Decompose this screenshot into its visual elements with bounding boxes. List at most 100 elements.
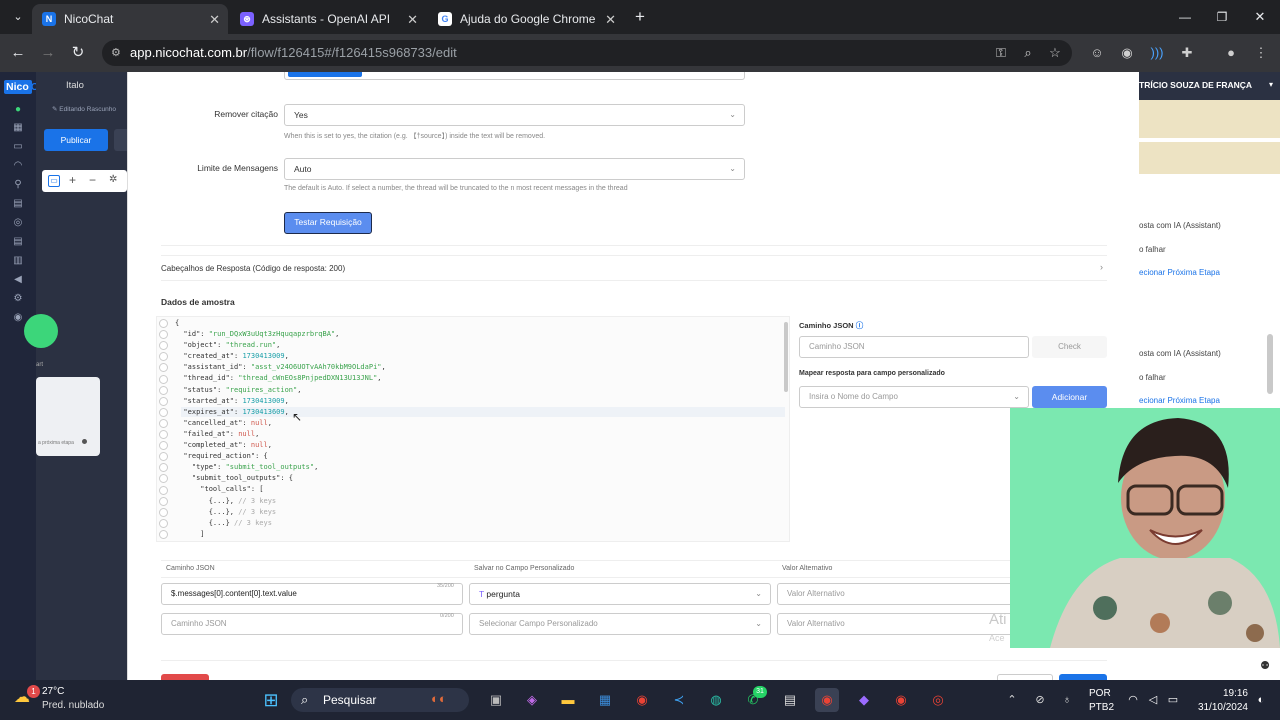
fold-toggle-icon[interactable]	[159, 319, 168, 328]
tab-search-icon[interactable]: ⌄	[8, 7, 28, 27]
tray-chevron-icon[interactable]: ⌃	[1003, 688, 1021, 712]
chrome-profile-icon[interactable]: ◉	[889, 688, 913, 712]
chrome-menu-icon[interactable]: ⋮	[1252, 44, 1270, 62]
recorder-icon[interactable]: ◎	[926, 688, 950, 712]
fold-toggle-icon[interactable]	[159, 385, 168, 395]
vscode-icon[interactable]: ≺	[667, 688, 691, 712]
nav-support-icon[interactable]: ◉	[11, 312, 25, 326]
fold-toggle-icon[interactable]	[159, 407, 168, 417]
task-view-icon[interactable]: ▣	[484, 688, 508, 712]
fold-toggle-icon[interactable]	[159, 374, 168, 384]
mapping-path-input[interactable]: Caminho JSON	[161, 613, 463, 635]
close-window-icon[interactable]: ✕	[1250, 7, 1270, 27]
fold-toggle-icon[interactable]	[159, 430, 168, 439]
language-code[interactable]: POR	[1089, 688, 1111, 699]
message-limit-select[interactable]: Auto ⌄	[284, 158, 745, 180]
zoom-out-icon[interactable]: −	[89, 173, 96, 187]
bookmark-star-icon[interactable]: ☆	[1046, 44, 1064, 62]
nav-megaphone-icon[interactable]: ◀	[11, 274, 25, 288]
nav-grid-icon[interactable]: ▦	[11, 122, 25, 136]
tray-app-icon[interactable]: ⊘	[1031, 688, 1049, 712]
wifi-icon[interactable]: ◠	[1124, 688, 1142, 712]
fallback-value-input[interactable]: Valor Alternativo	[777, 613, 1017, 635]
fold-toggle-icon[interactable]	[159, 507, 168, 517]
json-scrollbar[interactable]	[784, 322, 788, 392]
connector-dot[interactable]	[82, 439, 87, 444]
corner-app-icon[interactable]: ⚉	[1254, 656, 1276, 676]
close-tab-icon[interactable]: ✕	[407, 12, 418, 28]
auto-layout-icon[interactable]: ✲	[109, 174, 117, 185]
field-name-select[interactable]: Insira o Nome do Campo ⌄	[799, 386, 1029, 408]
reload-icon[interactable]: ↻	[68, 43, 88, 63]
fold-toggle-icon[interactable]	[159, 529, 168, 539]
fallback-value-input[interactable]: Valor Alternativo	[777, 583, 1017, 605]
site-info-icon[interactable]: ⚙	[111, 40, 121, 66]
keyboard-layout[interactable]: PTB2	[1089, 702, 1114, 713]
custom-field-select[interactable]: T pergunta ⌄	[469, 583, 771, 605]
nav-globe-icon[interactable]: ◎	[11, 217, 25, 231]
response-headers-row[interactable]: Cabeçalhos de Resposta (Código de respos…	[161, 255, 1107, 281]
new-tab-icon[interactable]: +	[630, 7, 650, 27]
camera-extension-icon[interactable]: ◉	[1118, 44, 1136, 62]
nav-chat-icon[interactable]: ▭	[11, 141, 25, 155]
key-icon[interactable]: ⚿	[992, 44, 1010, 62]
start-node[interactable]	[24, 314, 58, 348]
zoom-icon[interactable]: ⌕	[1019, 44, 1037, 62]
contact-menu-icon[interactable]: ▾	[1269, 80, 1273, 89]
nav-book-icon[interactable]: ▤	[11, 198, 25, 212]
fold-toggle-icon[interactable]	[159, 496, 168, 506]
forward-icon[interactable]: →	[38, 43, 58, 63]
nav-headset-icon[interactable]: ◠	[11, 160, 25, 174]
clock-date[interactable]: 31/10/2024	[1188, 702, 1248, 713]
chrome-taskbar-icon[interactable]: ◉	[630, 688, 654, 712]
mapping-path-input[interactable]: $.messages[0].content[0].text.value	[161, 583, 463, 605]
tab-openai[interactable]: ⊛ Assistants - OpenAI API ✕	[230, 4, 426, 34]
extension-face-icon[interactable]: ☺	[1088, 44, 1106, 62]
audio-extension-icon[interactable]: )))	[1148, 44, 1166, 62]
profile-avatar-icon[interactable]: ●	[1222, 44, 1240, 62]
minimize-icon[interactable]: —	[1175, 7, 1195, 27]
tab-nicochat[interactable]: N NicoChat ✕	[32, 4, 228, 34]
maximize-icon[interactable]: ❐	[1212, 7, 1232, 27]
file-explorer-icon[interactable]: ▬	[556, 688, 580, 712]
add-mapping-button[interactable]: Adicionar	[1032, 386, 1107, 408]
publish-button[interactable]: Publicar	[44, 129, 108, 151]
custom-field-select[interactable]: Selecionar Campo Personalizado ⌄	[469, 613, 771, 635]
tab-chrome-help[interactable]: G Ajuda do Google Chrome ✕	[428, 4, 624, 34]
chrome-active-icon[interactable]: ◉	[815, 688, 839, 712]
next-step-link[interactable]: ecionar Próxima Etapa	[1139, 396, 1220, 405]
fold-toggle-icon[interactable]	[159, 418, 168, 428]
select-tool-icon[interactable]: ▭	[48, 175, 60, 187]
close-tab-icon[interactable]: ✕	[605, 12, 616, 28]
notifications-icon[interactable]: ◐	[1252, 688, 1270, 712]
info-icon[interactable]: ⓘ	[856, 321, 864, 330]
nav-store-icon[interactable]: ▥	[11, 255, 25, 269]
taskbar-search[interactable]: ⌕ Pesquisar ◐◐	[291, 688, 469, 712]
zoom-in-icon[interactable]: +	[69, 173, 76, 187]
extensions-puzzle-icon[interactable]: ✚	[1178, 44, 1196, 62]
remove-citation-select[interactable]: Yes ⌄	[284, 104, 745, 126]
copilot-icon[interactable]: ◈	[520, 688, 544, 712]
fold-toggle-icon[interactable]	[159, 518, 168, 528]
json-path-input[interactable]: Caminho JSON	[799, 336, 1029, 358]
nav-list-icon[interactable]: ▤	[11, 236, 25, 250]
edge-icon[interactable]: ◍	[704, 688, 728, 712]
volume-icon[interactable]: ◁	[1144, 688, 1162, 712]
microphone-icon[interactable]: ♁	[1058, 688, 1076, 712]
nav-user-icon[interactable]: ⚲	[11, 179, 25, 193]
fold-toggle-icon[interactable]	[159, 396, 168, 406]
next-step-link[interactable]: ecionar Próxima Etapa	[1139, 268, 1220, 277]
test-request-button[interactable]: Testar Requisição	[284, 212, 372, 234]
flow-node-card[interactable]: a próxima etapa	[36, 377, 100, 456]
close-tab-icon[interactable]: ✕	[209, 12, 220, 28]
obsidian-icon[interactable]: ◆	[852, 688, 876, 712]
address-bar[interactable]: ⚙ app.nicochat.com.br/flow/f126415#/f126…	[102, 40, 1072, 66]
scrollbar[interactable]	[1267, 334, 1273, 394]
clock-time[interactable]: 19:16	[1208, 688, 1248, 699]
fold-toggle-icon[interactable]	[159, 485, 168, 495]
store-icon[interactable]: ▦	[593, 688, 617, 712]
nav-settings-icon[interactable]: ⚙	[11, 293, 25, 307]
battery-icon[interactable]: ▭	[1164, 688, 1182, 712]
back-icon[interactable]: ←	[8, 43, 28, 63]
windows-start-icon[interactable]: ⊞	[259, 688, 283, 712]
